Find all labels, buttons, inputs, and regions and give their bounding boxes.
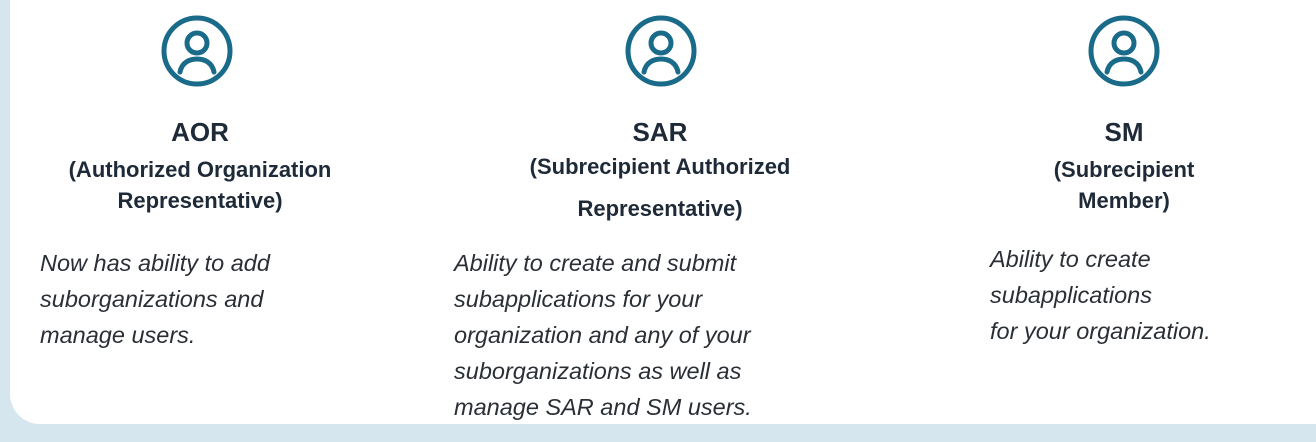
role-full-name-line2: Representative) xyxy=(577,196,743,221)
user-circle-icon xyxy=(160,14,234,88)
role-full-name-line2: Representative) xyxy=(117,188,283,213)
role-full-name-line1: (Authorized Organization xyxy=(68,157,332,182)
role-description-line: manage SAR and SM users. xyxy=(454,394,752,420)
role-description-line: suborganizations as well as xyxy=(454,358,742,384)
role-description-line: Now has ability to add xyxy=(40,250,270,276)
role-description-line: subapplications for your xyxy=(454,286,703,312)
user-circle-icon xyxy=(624,14,698,88)
role-description-line: organization and any of your xyxy=(454,322,751,348)
role-description-line: subapplications xyxy=(990,282,1152,308)
role-abbr: SM xyxy=(1104,117,1144,147)
role-description-line: manage users. xyxy=(40,322,196,348)
role-description-line: for your organization. xyxy=(990,318,1211,344)
role-description-line: suborganizations and xyxy=(40,286,264,312)
role-description-line: Ability to create and submit xyxy=(454,250,737,276)
role-abbr: AOR xyxy=(171,117,229,147)
role-full-name-line2: Member) xyxy=(1078,188,1170,213)
role-full-name-line1: (Subrecipient xyxy=(1053,157,1195,182)
user-circle-icon xyxy=(1087,14,1161,88)
role-description-line: Ability to create xyxy=(990,246,1151,272)
role-full-name-line1: (Subrecipient Authorized xyxy=(529,154,791,179)
role-abbr: SAR xyxy=(632,117,688,147)
